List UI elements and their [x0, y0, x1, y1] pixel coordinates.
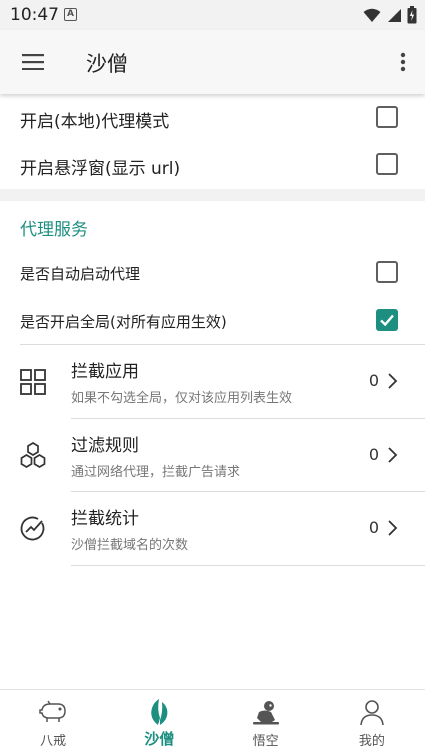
notification-badge: A — [64, 8, 77, 21]
nav-tab-label: 八戒 — [40, 734, 67, 749]
floating-window-row[interactable]: 开启悬浮窗(显示 url) — [0, 141, 425, 188]
pig-icon — [39, 700, 66, 722]
status-time: 10:47 — [10, 5, 59, 25]
hexagons-icon — [20, 442, 46, 468]
page-title: 沙僧 — [86, 52, 128, 76]
nav-tab-wukong[interactable]: 悟空 — [213, 690, 319, 755]
status-bar: 10:47 A — [0, 0, 425, 30]
floating-window-label: 开启悬浮窗(显示 url) — [20, 159, 181, 179]
intercept-stats-count: 0 — [368, 518, 379, 537]
nav-tab-bajie[interactable]: 八戒 — [0, 690, 106, 755]
intercept-stats-title: 拦截统计 — [71, 509, 139, 529]
filter-rules-count: 0 — [368, 445, 379, 464]
grid-apps-icon — [20, 369, 46, 395]
nav-tab-label: 我的 — [358, 734, 385, 749]
auto-start-checkbox[interactable] — [376, 261, 398, 283]
chevron-right-icon — [388, 447, 398, 463]
intercept-apps-row[interactable]: 拦截应用 如果不勾选全局，仅对该应用列表生效 0 — [0, 345, 425, 419]
filter-rules-title: 过滤规则 — [71, 436, 139, 456]
signal-icon — [388, 8, 401, 22]
proxy-service-card: 代理服务 是否自动启动代理 是否开启全局(对所有应用生效) 拦截应用 如果不勾选… — [0, 201, 425, 689]
checkmark-icon — [380, 314, 394, 327]
battery-icon — [407, 6, 417, 24]
hamburger-menu-icon — [22, 54, 44, 70]
intercept-apps-count: 0 — [368, 371, 379, 390]
nav-tab-label: 沙僧 — [144, 730, 175, 748]
local-proxy-row[interactable]: 开启(本地)代理模式 — [0, 94, 425, 141]
intercept-stats-row[interactable]: 拦截统计 沙僧拦截域名的次数 0 — [0, 492, 425, 566]
monkey-icon — [252, 701, 279, 725]
global-mode-checkbox[interactable] — [376, 309, 398, 331]
filter-rules-row[interactable]: 过滤规则 通过网络代理，拦截广告请求 0 — [0, 419, 425, 493]
intercept-apps-title: 拦截应用 — [71, 362, 139, 382]
auto-start-label: 是否自动启动代理 — [20, 265, 141, 283]
filter-rules-subtitle: 通过网络代理，拦截广告请求 — [71, 465, 241, 480]
bottom-navigation: 八戒 沙僧 悟空 我的 — [0, 689, 425, 755]
intercept-stats-subtitle: 沙僧拦截域名的次数 — [71, 538, 189, 553]
status-icons — [363, 6, 417, 24]
app-bar: 沙僧 — [0, 30, 425, 94]
person-icon — [360, 700, 384, 726]
leaf-icon — [151, 699, 168, 725]
section-title: 代理服务 — [20, 220, 88, 240]
nav-tab-label: 悟空 — [252, 734, 279, 749]
wifi-icon — [363, 8, 381, 22]
floating-window-checkbox[interactable] — [376, 153, 398, 175]
chevron-right-icon — [388, 373, 398, 389]
local-proxy-label: 开启(本地)代理模式 — [20, 112, 170, 132]
nav-tab-mine[interactable]: 我的 — [319, 690, 425, 755]
proxy-options-card: 开启(本地)代理模式 开启悬浮窗(显示 url) — [0, 94, 425, 189]
intercept-apps-subtitle: 如果不勾选全局，仅对该应用列表生效 — [71, 391, 293, 406]
global-mode-label: 是否开启全局(对所有应用生效) — [20, 313, 227, 331]
global-mode-row[interactable]: 是否开启全局(对所有应用生效) — [0, 297, 425, 344]
more-options-button[interactable] — [391, 44, 415, 80]
local-proxy-checkbox[interactable] — [376, 106, 398, 128]
divider — [71, 565, 425, 566]
chevron-right-icon — [388, 520, 398, 536]
stats-check-icon — [20, 516, 45, 541]
nav-tab-shaseng[interactable]: 沙僧 — [106, 690, 212, 755]
more-vert-icon — [400, 52, 406, 72]
menu-button[interactable] — [14, 44, 52, 80]
auto-start-row[interactable]: 是否自动启动代理 — [0, 249, 425, 296]
